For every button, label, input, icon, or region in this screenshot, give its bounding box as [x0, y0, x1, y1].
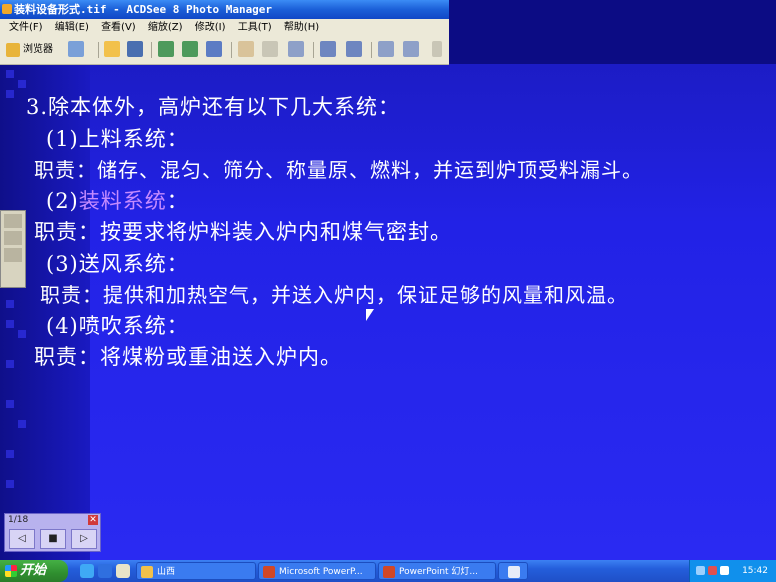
- menu-bar: 文件(F) 编辑(E) 查看(V) 缩放(Z) 修改(I) 工具(T) 帮助(H…: [0, 19, 449, 37]
- rotate-icon[interactable]: [206, 41, 222, 57]
- item3-duty: 职责：提供和加热空气，并送入炉内，保证足够的风量和风温。: [40, 283, 628, 307]
- menu-modify[interactable]: 修改(I): [195, 22, 226, 33]
- item1-duty: 职责：储存、混匀、筛分、称量原、燃料，并运到炉顶受料漏斗。: [34, 158, 643, 182]
- item2-duty: 职责：按要求将炉料装入炉内和煤气密封。: [34, 220, 452, 244]
- select-tool-icon[interactable]: [262, 41, 278, 57]
- item2-suffix: ：: [166, 189, 189, 213]
- window-icon: [508, 566, 520, 578]
- item2-title: (2)装料系统：: [46, 185, 189, 215]
- powerpoint-icon: [263, 566, 275, 578]
- item1-title: (1)上料系统：: [46, 127, 189, 151]
- taskbar: 开始 山西 Microsoft PowerP... PowerPoint 幻灯.…: [0, 560, 776, 582]
- task-label: PowerPoint 幻灯...: [399, 567, 479, 577]
- side-panel[interactable]: [0, 210, 26, 288]
- slide-counter: 1/18: [8, 515, 29, 525]
- item2-highlight: 装料系统: [78, 189, 167, 213]
- taskbar-item-slideshow[interactable]: PowerPoint 幻灯...: [378, 562, 496, 580]
- rotate-right-icon[interactable]: [346, 41, 362, 57]
- open-folder-icon[interactable]: [104, 41, 120, 57]
- zoom-tool-icon[interactable]: [288, 41, 304, 57]
- item3-title: (3)送风系统：: [46, 252, 189, 276]
- zoom-out-icon[interactable]: [403, 41, 419, 57]
- system-tray: 15:42: [689, 560, 776, 582]
- item4-duty: 职责：将煤粉或重油送入炉内。: [34, 345, 342, 369]
- menu-file[interactable]: 文件(F): [9, 22, 43, 33]
- rotate-left-icon[interactable]: [320, 41, 336, 57]
- browser-button[interactable]: 浏览器: [6, 41, 53, 59]
- taskbar-item-powerpoint[interactable]: Microsoft PowerP...: [258, 562, 376, 580]
- stop-show-button[interactable]: ■: [40, 529, 66, 549]
- toolbar-separator: [371, 42, 372, 58]
- save-icon[interactable]: [127, 41, 143, 57]
- close-icon[interactable]: ✕: [88, 515, 98, 525]
- app-titlebar[interactable]: 装料设备形式.tif - ACDSee 8 Photo Manager: [0, 0, 449, 19]
- menu-help[interactable]: 帮助(H): [284, 22, 319, 33]
- zoom-in-icon[interactable]: [378, 41, 394, 57]
- clock[interactable]: 15:42: [742, 560, 768, 582]
- start-label: 开始: [20, 563, 47, 578]
- prev-image-icon[interactable]: [158, 41, 174, 57]
- browser-quicklaunch-icon[interactable]: [80, 564, 94, 578]
- toolbar: 浏览器: [0, 37, 449, 65]
- menu-edit[interactable]: 编辑(E): [55, 22, 89, 33]
- window-title: 装料设备形式.tif - ACDSee 8 Photo Manager: [14, 3, 273, 16]
- antivirus-icon[interactable]: [708, 566, 717, 575]
- menu-zoom[interactable]: 缩放(Z): [148, 22, 183, 33]
- taskbar-item-window[interactable]: [498, 562, 528, 580]
- item2-prefix: (2): [46, 189, 79, 213]
- powerpoint-icon: [383, 566, 395, 578]
- desktop-quicklaunch-icon[interactable]: [116, 564, 130, 578]
- edit-icon[interactable]: [68, 41, 84, 57]
- start-button[interactable]: 开始: [0, 560, 68, 582]
- toolbar-separator: [98, 42, 99, 58]
- task-label: Microsoft PowerP...: [279, 567, 363, 577]
- slide-canvas: 3.除本体外，高炉还有以下几大系统： (1)上料系统： 职责：储存、混匀、筛分、…: [0, 0, 776, 560]
- toolbar-separator: [313, 42, 314, 58]
- network-icon[interactable]: [696, 566, 705, 575]
- panel-thumb-icon[interactable]: [4, 214, 22, 228]
- panel-scroll-icon[interactable]: [4, 248, 22, 262]
- next-image-icon[interactable]: [182, 41, 198, 57]
- browser-label: 浏览器: [23, 44, 53, 55]
- panel-chart-icon[interactable]: [4, 231, 22, 245]
- volume-icon[interactable]: [720, 566, 729, 575]
- item4-title: (4)喷吹系统：: [46, 314, 189, 338]
- toolbar-separator: [151, 42, 152, 58]
- slide-heading: 3.除本体外，高炉还有以下几大系统：: [26, 95, 401, 119]
- toolbar-separator: [231, 42, 232, 58]
- windows-logo-icon: [5, 565, 17, 577]
- prev-slide-button[interactable]: ◁: [9, 529, 35, 549]
- hand-tool-icon[interactable]: [238, 41, 254, 57]
- next-slide-button[interactable]: ▷: [71, 529, 97, 549]
- toolbar-overflow-icon[interactable]: [432, 41, 442, 57]
- menu-tools[interactable]: 工具(T): [238, 22, 272, 33]
- folder-icon: [141, 566, 153, 578]
- ie-quicklaunch-icon[interactable]: [98, 564, 112, 578]
- mouse-cursor-icon: [366, 309, 374, 321]
- menu-view[interactable]: 查看(V): [101, 22, 136, 33]
- browser-icon: [6, 43, 20, 57]
- app-icon: [2, 4, 12, 14]
- slideshow-control: 1/18 ✕ ◁ ■ ▷: [4, 513, 101, 552]
- task-label: 山西: [157, 567, 176, 577]
- taskbar-item-folder[interactable]: 山西: [136, 562, 256, 580]
